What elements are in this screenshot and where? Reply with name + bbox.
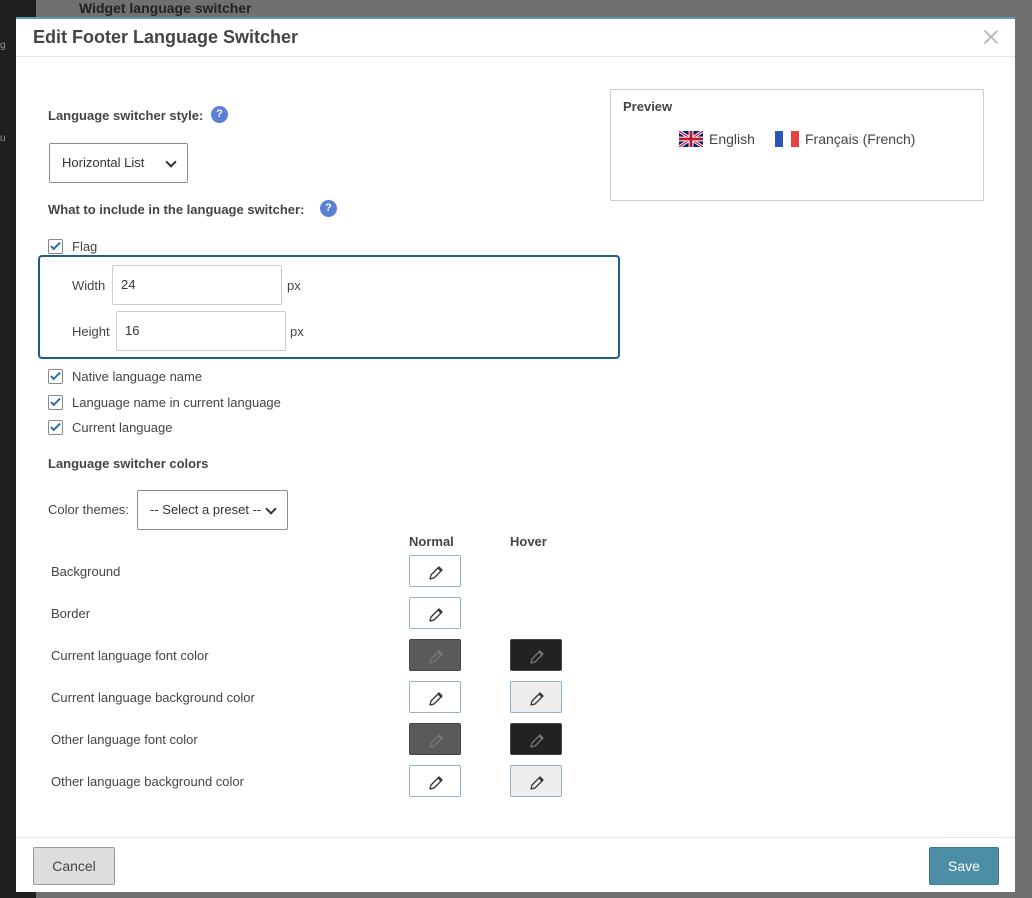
color-theme-select[interactable]: -- Select a preset -- (137, 490, 288, 530)
normal-color-picker[interactable] (409, 555, 461, 587)
color-row-label: Other language font color (51, 732, 198, 747)
hover-column-header: Hover (510, 534, 547, 549)
hover-color-picker[interactable] (510, 765, 562, 797)
help-icon[interactable]: ? (211, 106, 228, 123)
native-name-label: Native language name (72, 369, 203, 384)
pencil-icon (530, 692, 544, 706)
preview-title: Preview (623, 99, 673, 114)
pencil-icon (429, 608, 443, 622)
color-themes-label: Color themes: (48, 502, 129, 517)
include-label: What to include in the language switcher… (48, 202, 305, 217)
preview-panel: Preview English Français (French) (610, 89, 984, 201)
height-input[interactable]: 16 (116, 311, 286, 351)
help-icon[interactable]: ? (320, 200, 337, 217)
close-icon[interactable] (981, 27, 1001, 47)
hover-color-picker[interactable] (510, 723, 562, 755)
chevron-down-icon (165, 156, 177, 168)
width-input[interactable]: 24 (112, 265, 282, 305)
normal-color-picker[interactable] (409, 681, 461, 713)
normal-column-header: Normal (409, 534, 454, 549)
normal-color-picker[interactable] (409, 765, 461, 797)
width-unit: px (287, 278, 301, 293)
native-name-checkbox[interactable] (48, 369, 63, 384)
save-button[interactable]: Save (929, 847, 999, 885)
height-unit: px (290, 324, 304, 339)
pencil-icon (530, 650, 544, 664)
width-label: Width (72, 278, 106, 293)
height-label: Height (72, 324, 110, 339)
normal-color-picker[interactable] (409, 723, 461, 755)
color-row-label: Border (51, 606, 91, 621)
pencil-icon (429, 692, 443, 706)
cancel-button[interactable]: Cancel (33, 847, 115, 885)
checkmark-icon (50, 239, 61, 251)
preview-language-english[interactable]: English (679, 131, 755, 147)
dialog-title: Edit Footer Language Switcher (33, 27, 299, 47)
hover-color-picker[interactable] (510, 639, 562, 671)
backdrop-sidebar-glyph: g (0, 40, 6, 51)
pencil-icon (530, 734, 544, 748)
normal-color-picker[interactable] (409, 639, 461, 671)
backdrop-page-title: Widget language switcher (79, 0, 252, 16)
dialog-header: Edit Footer Language Switcher (16, 19, 1015, 57)
color-row-label: Background (51, 564, 121, 579)
preview-language-label: Français (French) (805, 131, 916, 147)
current-language-checkbox[interactable] (48, 420, 63, 435)
checkmark-icon (50, 420, 61, 432)
checkmark-icon (50, 369, 61, 381)
style-select-value: Horizontal List (62, 155, 145, 170)
colors-label: Language switcher colors (48, 456, 209, 471)
normal-color-picker[interactable] (409, 597, 461, 629)
checkmark-icon (50, 395, 61, 407)
style-label: Language switcher style: (48, 108, 204, 123)
current-lang-name-label: Language name in current language (72, 395, 281, 410)
preview-language-label: English (709, 131, 755, 147)
preview-language-french[interactable]: Français (French) (775, 131, 915, 147)
color-row-label: Current language font color (51, 648, 209, 663)
pencil-icon (429, 650, 443, 664)
pencil-icon (429, 734, 443, 748)
backdrop-sidebar-glyph: u (0, 133, 6, 144)
flag-checkbox[interactable] (48, 239, 63, 254)
flag-size-group: Width 24 px Height 16 px (38, 255, 620, 359)
pencil-icon (429, 776, 443, 790)
current-language-label: Current language (72, 420, 173, 435)
pencil-icon (429, 566, 443, 580)
color-row-label: Other language background color (51, 774, 244, 789)
flag-uk-icon (679, 131, 703, 147)
color-theme-select-value: -- Select a preset -- (150, 502, 262, 517)
pencil-icon (530, 776, 544, 790)
current-lang-name-checkbox[interactable] (48, 395, 63, 410)
style-select[interactable]: Horizontal List (49, 143, 188, 183)
color-row-label: Current language background color (51, 690, 255, 705)
hover-color-picker[interactable] (510, 681, 562, 713)
dialog-footer: Cancel Save (16, 837, 1015, 892)
chevron-down-icon (265, 503, 277, 515)
flag-fr-icon (775, 131, 799, 147)
flag-label: Flag (72, 239, 98, 254)
edit-dialog: Edit Footer Language Switcher Language s… (16, 17, 1015, 892)
